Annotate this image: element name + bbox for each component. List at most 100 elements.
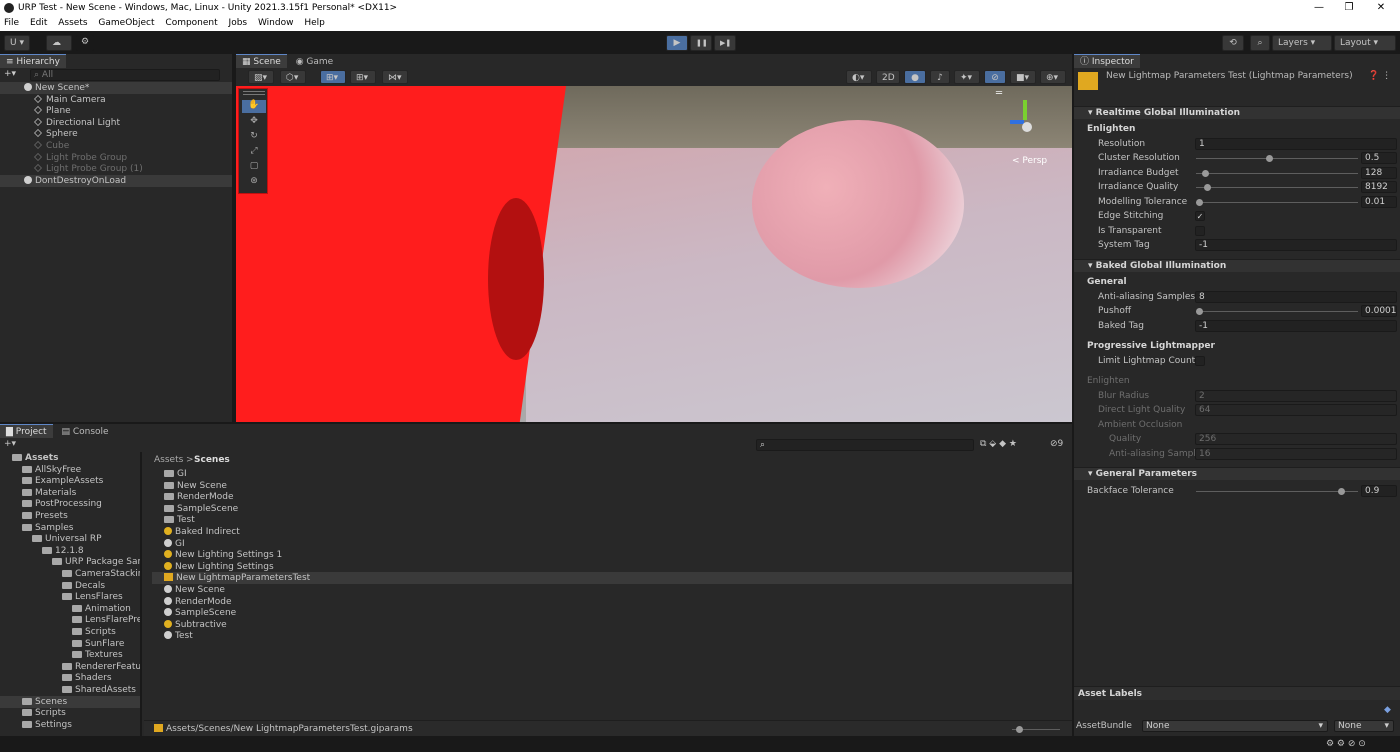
asset-variant-dropdown[interactable]: None ▾ [1334, 720, 1394, 732]
history-icon[interactable]: ⟲ [1222, 35, 1244, 51]
hierarchy-item[interactable]: Light Probe Group [0, 152, 232, 164]
menu-help[interactable]: Help [304, 18, 325, 28]
draw-mode-icon[interactable]: ▧▾ [248, 70, 274, 84]
gizmos-icon[interactable]: ⊕▾ [1040, 70, 1066, 84]
menu-edit[interactable]: Edit [30, 18, 47, 28]
tab-game[interactable]: ◉ Game [289, 55, 340, 69]
lighting-toggle-icon[interactable]: ● [904, 70, 926, 84]
minimize-button[interactable]: — [1302, 0, 1336, 16]
asset-bundle-dropdown[interactable]: None ▾ [1142, 720, 1328, 732]
audio-toggle-icon[interactable]: ♪ [930, 70, 950, 84]
project-asset[interactable]: New LightmapParametersTest [152, 572, 1072, 585]
hierarchy-item[interactable]: Plane [0, 105, 232, 117]
collab-icon[interactable]: ⚙ [76, 35, 94, 51]
render-mode-icon[interactable]: ◐▾ [846, 70, 872, 84]
backface-knob[interactable] [1338, 488, 1345, 495]
project-folder[interactable]: Presets [0, 510, 140, 522]
modelling-tolerance-slider[interactable] [1196, 199, 1358, 206]
irradiance-budget-field[interactable]: 128 [1361, 167, 1397, 179]
menu-assets[interactable]: Assets [58, 18, 87, 28]
edge-stitching-checkbox[interactable]: ✓ [1195, 211, 1205, 221]
pushoff-slider[interactable] [1196, 308, 1358, 315]
layout-dropdown[interactable]: Layout ▾ [1334, 35, 1396, 51]
icon-size-knob[interactable] [1016, 726, 1023, 733]
pause-button[interactable]: ❚❚ [690, 35, 712, 51]
project-asset[interactable]: New Lighting Settings [152, 561, 1072, 573]
account-button[interactable]: U ▾ [4, 35, 30, 51]
project-folder[interactable]: Animation [0, 603, 140, 615]
camera-icon[interactable]: ■▾ [1010, 70, 1036, 84]
project-folder[interactable]: Assets [0, 452, 140, 464]
cluster-knob[interactable] [1266, 155, 1273, 162]
tab-project[interactable]: ▇ Project [0, 424, 53, 438]
project-folder[interactable]: 12.1.8 [0, 545, 140, 557]
project-folder[interactable]: ExampleAssets [0, 475, 140, 487]
project-folder[interactable]: LensFlares [0, 591, 140, 603]
hierarchy-item[interactable]: Sphere [0, 128, 232, 140]
pushoff-knob[interactable] [1196, 308, 1203, 315]
project-folder[interactable]: Decals [0, 580, 140, 592]
menu-component[interactable]: Component [165, 18, 217, 28]
project-folder[interactable]: Textures [0, 649, 140, 661]
project-folder[interactable]: Scripts [0, 626, 140, 638]
visibility-icon[interactable]: ⊘ [984, 70, 1006, 84]
project-folder[interactable]: Settings [0, 719, 140, 731]
project-asset[interactable]: New Lighting Settings 1 [152, 549, 1072, 561]
breadcrumb-current[interactable]: Scenes [194, 454, 230, 466]
hierarchy-search-input[interactable]: ⌕ All [30, 69, 220, 81]
add-icon[interactable]: +▾ [4, 69, 16, 79]
modelling-tolerance-field[interactable]: 0.01 [1361, 196, 1397, 208]
overlay-handle-icon[interactable] [243, 91, 265, 95]
status-icons[interactable]: ⚙ ⚙ ⊘ ⊙ [1326, 738, 1366, 750]
hierarchy-item[interactable]: Directional Light [0, 117, 232, 129]
move-tool-icon[interactable]: ✥ [242, 116, 266, 129]
hierarchy-item[interactable]: New Scene* [0, 82, 232, 94]
hierarchy-item[interactable]: Cube [0, 140, 232, 152]
realtime-gi-header[interactable]: ▾ Realtime Global Illumination [1074, 106, 1400, 119]
grid-snap-icon[interactable]: ⊞▾ [320, 70, 346, 84]
project-folder[interactable]: RendererFeatur [0, 661, 140, 673]
general-params-header[interactable]: ▾ General Parameters [1074, 467, 1400, 480]
hierarchy-item[interactable]: Main Camera [0, 94, 232, 106]
project-asset[interactable]: Test [152, 630, 1072, 642]
project-folder[interactable]: Scripts [0, 707, 140, 719]
rotate-tool-icon[interactable]: ↻ [242, 131, 266, 144]
irradiance-quality-field[interactable]: 8192 [1361, 181, 1397, 193]
hierarchy-item[interactable]: DontDestroyOnLoad [0, 174, 232, 187]
project-asset[interactable]: Test [152, 514, 1072, 526]
tab-scene[interactable]: ▦ Scene [236, 54, 287, 68]
project-folder[interactable]: URP Package Sam [0, 556, 140, 568]
baked-tag-field[interactable]: -1 [1195, 320, 1397, 332]
project-folder[interactable]: LensFlarePre [0, 614, 140, 626]
limit-lightmap-count-checkbox[interactable] [1195, 356, 1205, 366]
scale-tool-icon[interactable]: ⤢ [242, 146, 266, 159]
project-folder[interactable]: Materials [0, 487, 140, 499]
grid-icon[interactable]: ⊞▾ [350, 70, 376, 84]
search-icon[interactable]: ⌕ [1250, 35, 1270, 51]
scene-viewport[interactable]: < Persp ═ [236, 86, 1072, 422]
menu-file[interactable]: File [4, 18, 19, 28]
project-folder[interactable]: Samples [0, 522, 140, 534]
is-transparent-checkbox[interactable] [1195, 226, 1205, 236]
pushoff-field[interactable]: 0.0001 [1361, 305, 1397, 317]
hierarchy-item[interactable]: Light Probe Group (1) [0, 163, 232, 175]
effects-icon[interactable]: ✦▾ [954, 70, 980, 84]
project-folder[interactable]: Scenes [0, 695, 140, 708]
snap-icon[interactable]: ⋈▾ [382, 70, 408, 84]
scene-gizmo-icon[interactable] [1010, 100, 1040, 140]
project-asset[interactable]: RenderMode [152, 596, 1072, 608]
layers-dropdown[interactable]: Layers ▾ [1272, 35, 1332, 51]
resolution-field[interactable]: 1 [1195, 138, 1397, 150]
play-button[interactable]: ▶ [666, 35, 688, 51]
project-asset[interactable]: New Scene [152, 584, 1072, 596]
irradiance-quality-knob[interactable] [1204, 184, 1211, 191]
menu-window[interactable]: Window [258, 18, 294, 28]
irradiance-quality-slider[interactable] [1196, 184, 1358, 191]
label-tag-icon[interactable]: ◆ [1384, 704, 1391, 716]
backface-tolerance-slider[interactable] [1196, 488, 1358, 495]
hand-tool-icon[interactable]: ✋ [242, 100, 266, 113]
close-button[interactable]: ✕ [1364, 0, 1398, 16]
inspector-options-icon[interactable]: ❓ ⋮ [1368, 70, 1391, 82]
backface-tolerance-field[interactable]: 0.9 [1361, 485, 1397, 497]
project-asset[interactable]: New Scene [152, 480, 1072, 492]
